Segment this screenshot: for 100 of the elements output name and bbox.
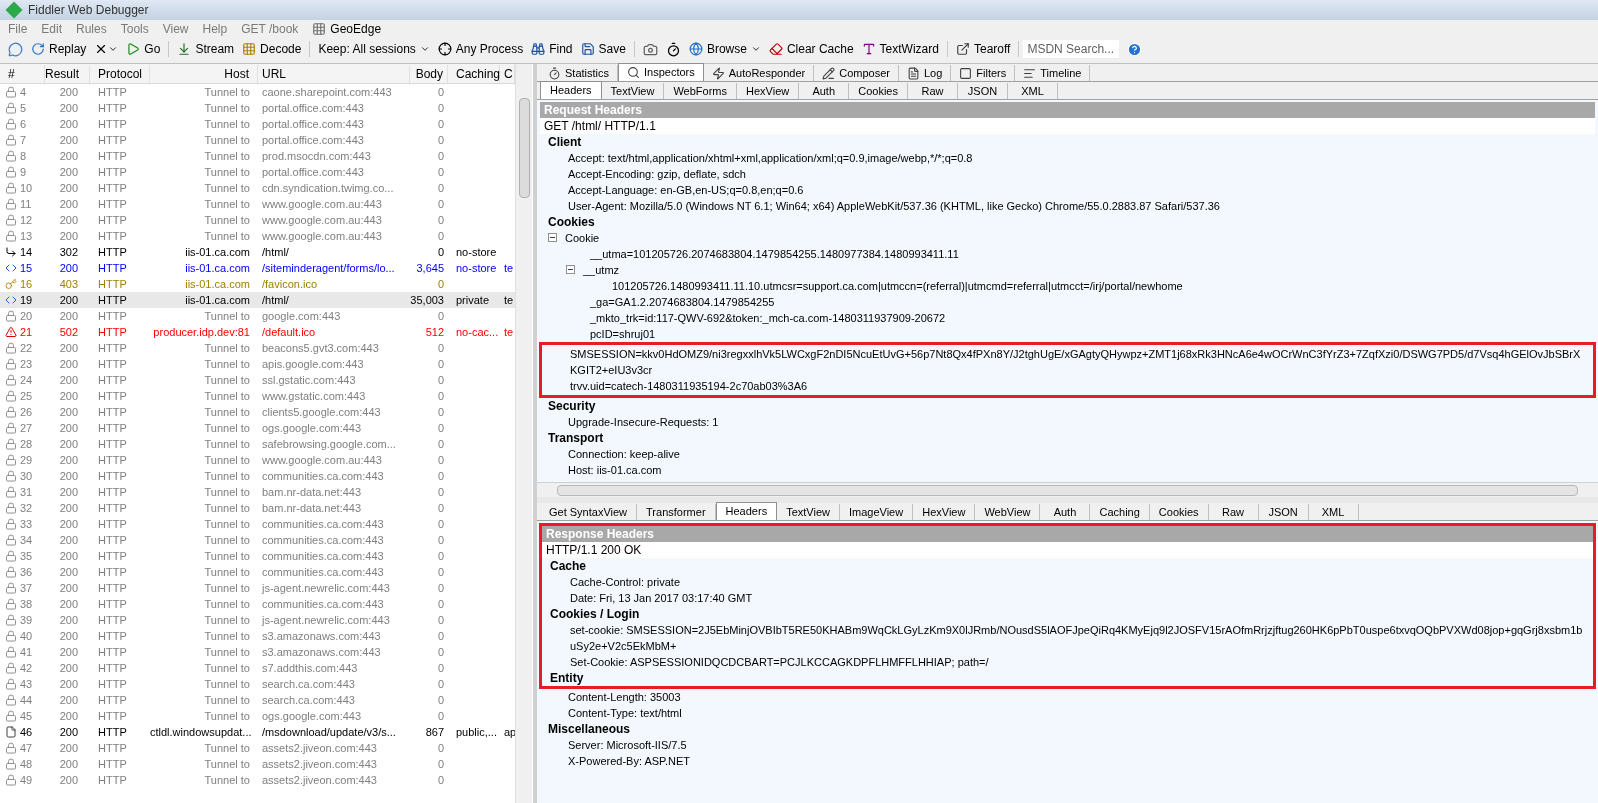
camera-icon[interactable] xyxy=(642,41,658,57)
session-row[interactable]: 4 200 HTTP Tunnel to caone.sharepoint.com:443 0 xyxy=(0,84,515,100)
tab[interactable]: HexView xyxy=(737,83,800,99)
tab[interactable]: Auth xyxy=(1040,504,1091,520)
tab[interactable]: Transformer xyxy=(637,504,716,520)
toolbar-button[interactable]: Save xyxy=(576,39,630,59)
menu-item[interactable]: Rules xyxy=(76,20,107,38)
session-row[interactable]: 37 200 HTTP Tunnel to js-agent.newrelic.com:443 0 xyxy=(0,580,515,596)
horizontal-scrollbar[interactable] xyxy=(537,482,1598,497)
tab[interactable]: WebForms xyxy=(664,83,737,99)
session-row[interactable]: 48 200 HTTP Tunnel to assets2.jiveon.com:443 0 xyxy=(0,756,515,772)
tab[interactable]: XML xyxy=(1308,504,1359,520)
session-row[interactable]: 14 302 HTTP iis-01.ca.com /html/ 0 no-store xyxy=(0,244,515,260)
session-row[interactable]: 33 200 HTTP Tunnel to communities.ca.com:443 0 xyxy=(0,516,515,532)
toolbar-button[interactable]: Go xyxy=(122,39,165,59)
search-field[interactable]: MSDN Search... xyxy=(1023,40,1120,58)
tab[interactable]: TextView xyxy=(601,83,665,99)
speech-bubble-icon[interactable] xyxy=(8,41,23,57)
session-row[interactable]: 13 200 HTTP Tunnel to www.google.com.au:443 0 xyxy=(0,228,515,244)
tab[interactable]: Raw xyxy=(907,83,958,99)
session-row[interactable]: 34 200 HTTP Tunnel to communities.ca.com:443 0 xyxy=(0,532,515,548)
session-row[interactable]: 49 200 HTTP Tunnel to assets2.jiveon.com:443 0 xyxy=(0,772,515,788)
toolbar-button[interactable]: Any Process xyxy=(433,39,528,59)
session-row[interactable]: 25 200 HTTP Tunnel to www.gstatic.com:443 0 xyxy=(0,388,515,404)
toolbar-button[interactable]: Stream xyxy=(173,39,239,59)
session-row[interactable]: 45 200 HTTP Tunnel to ogs.google.com:443 0 xyxy=(0,708,515,724)
tab[interactable]: Auth xyxy=(799,83,850,99)
tab[interactable]: HexView xyxy=(913,504,976,520)
session-row[interactable]: 26 200 HTTP Tunnel to clients5.google.com:443 0 xyxy=(0,404,515,420)
column-header[interactable]: Caching xyxy=(448,64,500,83)
session-row[interactable]: 12 200 HTTP Tunnel to www.google.com.au:443 0 xyxy=(0,212,515,228)
column-header[interactable]: Body xyxy=(410,64,448,83)
toolbar-button[interactable]: Keep: All sessions xyxy=(314,39,434,59)
column-header[interactable]: Protocol xyxy=(90,64,150,83)
tab[interactable]: AutoResponder xyxy=(703,65,815,81)
session-row[interactable]: 30 200 HTTP Tunnel to communities.ca.com:443 0 xyxy=(0,468,515,484)
session-row[interactable]: 21 502 HTTP producer.idp.dev:81 /default.ico 512 no-cac... te xyxy=(0,324,515,340)
session-row[interactable]: 44 200 HTTP Tunnel to search.ca.com:443 0 xyxy=(0,692,515,708)
toolbar-button[interactable]: Clear Cache xyxy=(764,39,858,59)
scrollbar[interactable] xyxy=(515,64,532,803)
session-row[interactable]: 23 200 HTTP Tunnel to apis.google.com:443 0 xyxy=(0,356,515,372)
collapse-toggle[interactable] xyxy=(566,265,575,274)
column-header[interactable]: URL xyxy=(258,64,410,83)
tab[interactable]: WebView xyxy=(975,504,1041,520)
menu-item[interactable]: Edit xyxy=(41,20,63,38)
toolbar-button[interactable]: Find xyxy=(527,39,577,59)
session-row[interactable]: 35 200 HTTP Tunnel to communities.ca.com:443 0 xyxy=(0,548,515,564)
session-row[interactable]: 24 200 HTTP Tunnel to ssl.gstatic.com:443 0 xyxy=(0,372,515,388)
tab[interactable]: JSON xyxy=(957,83,1008,99)
tab[interactable]: Log xyxy=(898,65,952,81)
tab[interactable]: Cookies xyxy=(849,83,908,99)
session-row[interactable]: 7 200 HTTP Tunnel to portal.office.com:443 0 xyxy=(0,132,515,148)
tab[interactable]: Filters xyxy=(951,65,1016,81)
session-row[interactable]: 5 200 HTTP Tunnel to portal.office.com:443 0 xyxy=(0,100,515,116)
session-row[interactable]: 39 200 HTTP Tunnel to js-agent.newrelic.com:443 0 xyxy=(0,612,515,628)
tab[interactable]: Raw xyxy=(1208,504,1259,520)
session-row[interactable]: 10 200 HTTP Tunnel to cdn.syndication.twimg.co... 0 xyxy=(0,180,515,196)
column-header[interactable]: Host xyxy=(150,64,258,83)
menu-item[interactable]: View xyxy=(162,20,189,38)
tab[interactable]: Cookies xyxy=(1149,504,1209,520)
session-row[interactable]: 41 200 HTTP Tunnel to s3.amazonaws.com:443 0 xyxy=(0,644,515,660)
session-row[interactable]: 47 200 HTTP Tunnel to assets2.jiveon.com:443 0 xyxy=(0,740,515,756)
menu-item[interactable]: Help xyxy=(202,20,228,38)
session-row[interactable]: 40 200 HTTP Tunnel to s3.amazonaws.com:443 0 xyxy=(0,628,515,644)
session-row[interactable]: 15 200 HTTP iis-01.ca.com /siteminderagent/forms/lo... 3,645 no-store te xyxy=(0,260,515,276)
tab[interactable]: Caching xyxy=(1090,504,1150,520)
session-row[interactable]: 19 200 HTTP iis-01.ca.com /html/ 35,003 private te xyxy=(0,292,515,308)
tab[interactable]: Timeline xyxy=(1015,65,1091,81)
menu-item[interactable]: GeoEdge xyxy=(312,20,382,38)
tab[interactable]: Get SyntaxView xyxy=(540,504,638,520)
toolbar-button[interactable]: TextWizard xyxy=(857,39,943,59)
column-header[interactable]: Result xyxy=(45,64,90,83)
tab[interactable]: JSON xyxy=(1258,504,1309,520)
toolbar-button[interactable]: Tearoff xyxy=(951,39,1015,59)
tab[interactable]: Composer xyxy=(814,65,899,81)
tab[interactable]: Headers xyxy=(715,502,778,520)
toolbar-button[interactable]: Decode xyxy=(238,39,306,59)
session-row[interactable]: 16 403 HTTP iis-01.ca.com /favicon.ico 0 xyxy=(0,276,515,292)
session-row[interactable]: 36 200 HTTP Tunnel to communities.ca.com:443 0 xyxy=(0,564,515,580)
tab[interactable]: Headers xyxy=(540,81,602,99)
tab[interactable]: TextView xyxy=(777,504,840,520)
tab[interactable]: ImageView xyxy=(839,504,914,520)
help-icon[interactable] xyxy=(1127,41,1143,57)
menu-item[interactable]: File xyxy=(8,20,28,38)
session-row[interactable]: 27 200 HTTP Tunnel to ogs.google.com:443 0 xyxy=(0,420,515,436)
tab[interactable]: XML xyxy=(1007,83,1058,99)
menu-item[interactable]: Tools xyxy=(120,20,149,38)
session-row[interactable]: 32 200 HTTP Tunnel to bam.nr-data.net:443 0 xyxy=(0,500,515,516)
session-row[interactable]: 11 200 HTTP Tunnel to www.google.com.au:443 0 xyxy=(0,196,515,212)
tab[interactable]: Inspectors xyxy=(618,63,704,81)
column-header[interactable]: # xyxy=(0,64,45,83)
session-row[interactable]: 9 200 HTTP Tunnel to portal.office.com:443 0 xyxy=(0,164,515,180)
session-row[interactable]: 31 200 HTTP Tunnel to bam.nr-data.net:443 0 xyxy=(0,484,515,500)
session-row[interactable]: 29 200 HTTP Tunnel to www.google.com.au:443 0 xyxy=(0,452,515,468)
session-row[interactable]: 22 200 HTTP Tunnel to beacons5.gvt3.com:443 0 xyxy=(0,340,515,356)
session-row[interactable]: 46 200 HTTP ctldl.windowsupdat... /msdownload/update/v3/s... 867 public,... ap xyxy=(0,724,515,740)
session-row[interactable]: 8 200 HTTP Tunnel to prod.msocdn.com:443 0 xyxy=(0,148,515,164)
stopwatch-icon[interactable] xyxy=(665,41,681,57)
session-row[interactable]: 20 200 HTTP Tunnel to google.com:443 0 xyxy=(0,308,515,324)
toolbar-button[interactable]: Replay xyxy=(27,39,91,59)
